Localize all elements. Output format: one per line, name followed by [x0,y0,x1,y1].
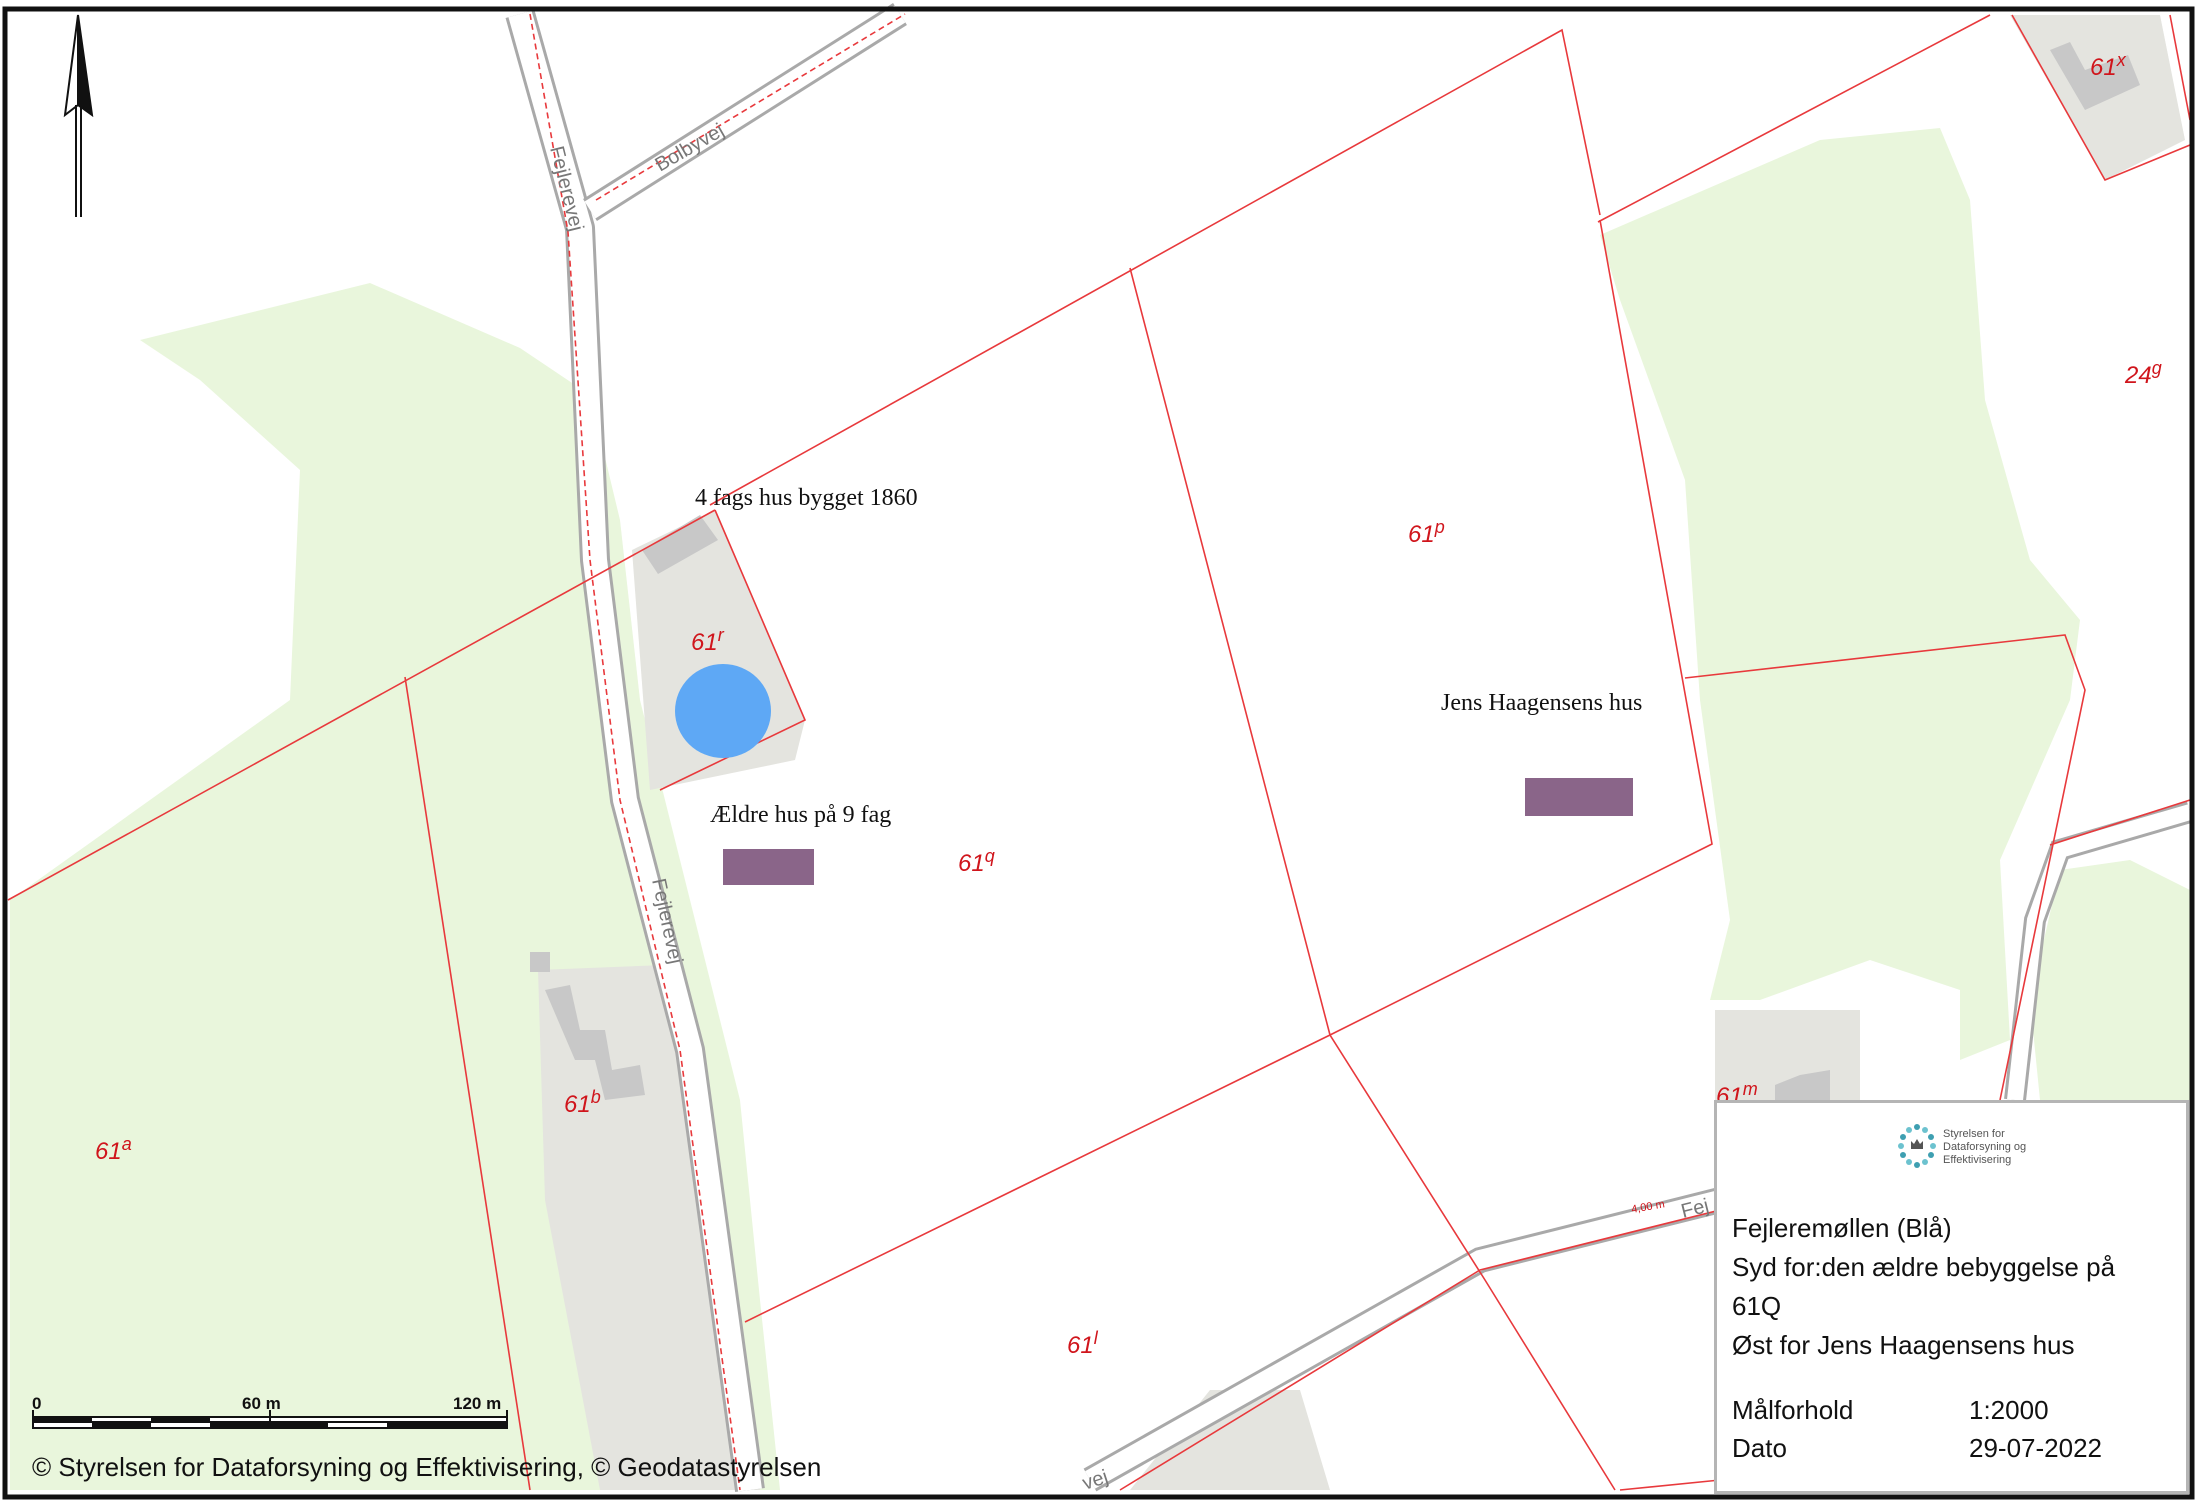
parcel-line-5 [744,219,1713,1323]
scale-tick-60: 60 m [242,1394,281,1413]
annotation-jens-house: Jens Haagensens hus [1441,690,1642,716]
agency-line-2: Dataforsyning og [1943,1141,2026,1153]
road-fej-fill [1085,1190,1723,1489]
road-bolbyvej-fill [584,5,906,219]
scale-tick-0: 0 [32,1394,42,1413]
info-title: Fejleremøllen (Blå) [1732,1213,1952,1243]
road-label-bolbyvej: Bolbyvej [652,119,728,176]
annotation-older-house: Ældre hus på 9 fag [710,802,891,828]
agency-line-3: Effektivisering [1943,1154,2011,1166]
marker-older-house[interactable] [723,849,814,885]
crown-dots-icon [1898,1124,1936,1168]
info-date-key: Dato [1732,1433,1787,1463]
copyright-text: © Styrelsen for Dataforsyning og Effekti… [32,1452,822,1482]
annotation-house-1860: 4 fags hus bygget 1860 [695,485,918,511]
parcel-line-3 [709,28,1601,506]
parcel-line-15 [1619,1479,1721,1491]
annotations: 4 fags hus bygget 1860 Ældre hus på 9 fa… [695,485,1642,828]
parcel-label-61p: 61p [1408,517,1445,548]
info-panel: Styrelsen for Dataforsyning og Effektivi… [1714,1100,2189,1494]
info-scale-key: Målforhold [1732,1395,1854,1425]
agency-line-1: Styrelsen for [1943,1128,2005,1140]
parcel-label-61q: 61q [958,846,995,877]
building-61b-small [530,952,550,972]
north-arrow-icon [63,14,94,217]
parcel-label-24g: 24g [2124,358,2162,389]
info-desc-2: 61Q [1732,1291,1782,1321]
info-desc-1: Syd for:den ældre bebyggelse på [1732,1252,2116,1282]
info-scale-value: 1:2000 [1969,1395,2049,1425]
info-desc-3: Øst for Jens Haagensens hus [1732,1330,2075,1360]
marker-circle[interactable] [675,664,771,758]
agency-logo: Styrelsen for Dataforsyning og Effektivi… [1898,1124,2026,1168]
forest-east [1600,128,2080,1060]
marker-jens-house[interactable] [1525,778,1633,816]
scale-tick-120: 120 m [453,1394,502,1413]
parcel-label-61l: 61l [1067,1328,1099,1359]
info-date-value: 29-07-2022 [1969,1433,2102,1463]
